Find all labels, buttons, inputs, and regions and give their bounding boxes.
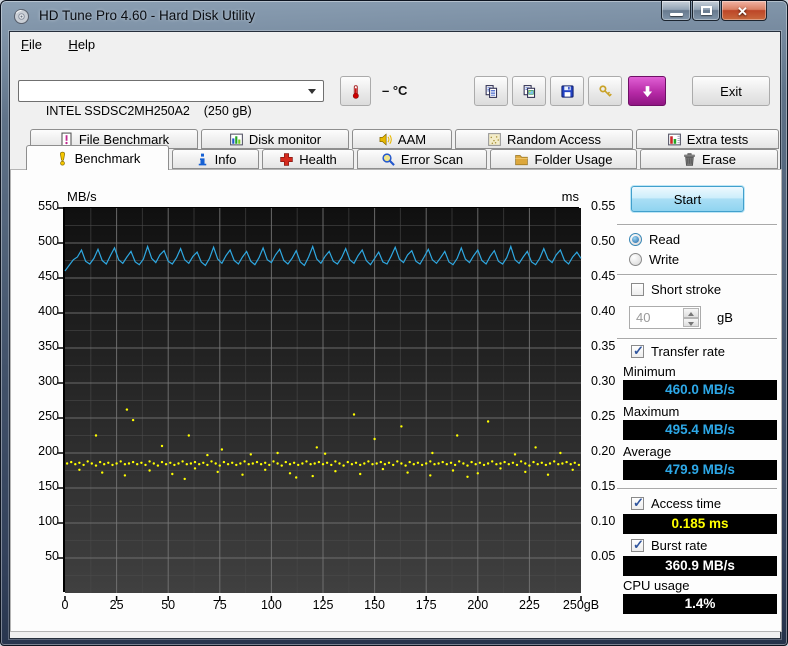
short-stroke-checkbox[interactable] (631, 283, 644, 296)
start-button[interactable]: Start (631, 186, 744, 212)
minimum-label: Minimum (623, 364, 676, 379)
update-arrow-icon (640, 84, 655, 99)
copy-text-icon (484, 84, 499, 99)
speaker-icon (378, 132, 393, 147)
tab-disk-monitor[interactable]: Disk monitor (201, 129, 349, 149)
app-disk-icon (13, 8, 30, 25)
access-time-value: 0.185 ms (623, 514, 777, 534)
maximize-button[interactable] (692, 1, 720, 21)
thermometer-icon (348, 84, 363, 99)
tab-error-scan[interactable]: Error Scan (357, 149, 487, 169)
average-value: 479.9 MB/s (623, 460, 777, 480)
folder-icon (514, 152, 529, 167)
benchmark-panel: MB/s ms 55050045040035030025020015010050… (10, 169, 782, 632)
drive-select-value: INTEL SSDSC2MH250A2 (250 gB) (46, 104, 252, 118)
write-radio-row[interactable]: Write (629, 252, 679, 267)
tab-info[interactable]: Info (172, 149, 259, 169)
read-radio-row[interactable]: Read (629, 232, 680, 247)
info-icon (195, 152, 210, 167)
spinner-up-button[interactable] (683, 308, 699, 318)
copy-text-button[interactable] (474, 76, 508, 106)
short-stroke-input[interactable]: 40 (629, 306, 701, 329)
maximize-icon (701, 6, 712, 15)
disk-monitor-icon (229, 132, 244, 147)
spinner-down-button[interactable] (683, 318, 699, 328)
copy-image-button[interactable] (512, 76, 546, 106)
close-button[interactable]: ✕ (721, 1, 767, 21)
tab-random-access[interactable]: Random Access (455, 129, 633, 149)
access-time-row[interactable]: Access time (631, 496, 721, 511)
read-radio[interactable] (629, 233, 642, 246)
burst-rate-value: 360.9 MB/s (623, 556, 777, 576)
average-label: Average (623, 444, 671, 459)
tab-folder-usage[interactable]: Folder Usage (490, 149, 637, 169)
minimize-icon (670, 13, 683, 16)
titlebar: HD Tune Pro 4.60 - Hard Disk Utility ✕ (1, 1, 787, 31)
temperature-label: – °C (382, 83, 407, 98)
health-cross-icon (279, 152, 294, 167)
chevron-down-icon (308, 89, 316, 94)
window-title: HD Tune Pro 4.60 - Hard Disk Utility (39, 8, 255, 23)
transfer-rate-checkbox[interactable] (631, 345, 644, 358)
burst-rate-checkbox[interactable] (631, 539, 644, 552)
magnifier-icon (381, 152, 396, 167)
transfer-rate-row[interactable]: Transfer rate (631, 344, 725, 359)
save-icon (560, 84, 575, 99)
left-axis-title: MB/s (67, 189, 97, 204)
tab-aam[interactable]: AAM (352, 129, 452, 149)
minimize-button[interactable] (661, 1, 691, 21)
divider (617, 488, 777, 490)
trash-icon (682, 152, 697, 167)
maximum-value: 495.4 MB/s (623, 420, 777, 440)
right-axis-title: ms (541, 189, 579, 204)
minimum-value: 460.0 MB/s (623, 380, 777, 400)
drive-select-dropdown[interactable]: INTEL SSDSC2MH250A2 (250 gB) (18, 80, 324, 102)
divider (617, 338, 777, 340)
app-window: HD Tune Pro 4.60 - Hard Disk Utility ✕ F… (0, 0, 788, 646)
access-time-checkbox[interactable] (631, 497, 644, 510)
extra-tests-icon (667, 132, 682, 147)
short-stroke-row[interactable]: Short stroke (631, 282, 721, 297)
divider (617, 224, 777, 226)
benchmark-icon (55, 151, 70, 166)
burst-rate-row[interactable]: Burst rate (631, 538, 707, 553)
benchmark-chart (63, 207, 579, 592)
cpu-usage-value: 1.4% (623, 594, 777, 614)
chart-plot-area (65, 208, 581, 593)
menu-file[interactable]: File (10, 32, 53, 57)
write-radio[interactable] (629, 253, 642, 266)
short-stroke-unit: gB (717, 310, 733, 325)
options-key-icon (598, 84, 613, 99)
update-button[interactable] (628, 76, 666, 106)
copy-image-icon (522, 84, 537, 99)
tab-health[interactable]: Health (262, 149, 354, 169)
options-button[interactable] (588, 76, 622, 106)
exit-button[interactable]: Exit (692, 76, 770, 106)
tab-extra-tests[interactable]: Extra tests (636, 129, 779, 149)
close-icon: ✕ (737, 4, 748, 20)
temperature-button[interactable] (340, 76, 371, 106)
random-access-icon (487, 132, 502, 147)
tab-benchmark[interactable]: Benchmark (26, 145, 169, 170)
save-button[interactable] (550, 76, 584, 106)
menubar: File Help (10, 32, 780, 58)
divider (617, 274, 777, 276)
tab-erase[interactable]: Erase (640, 149, 778, 169)
menu-help[interactable]: Help (57, 32, 106, 57)
cpu-usage-label: CPU usage (623, 578, 689, 593)
client-area: File Help INTEL SSDSC2MH250A2 (250 gB) –… (9, 31, 781, 639)
maximum-label: Maximum (623, 404, 679, 419)
